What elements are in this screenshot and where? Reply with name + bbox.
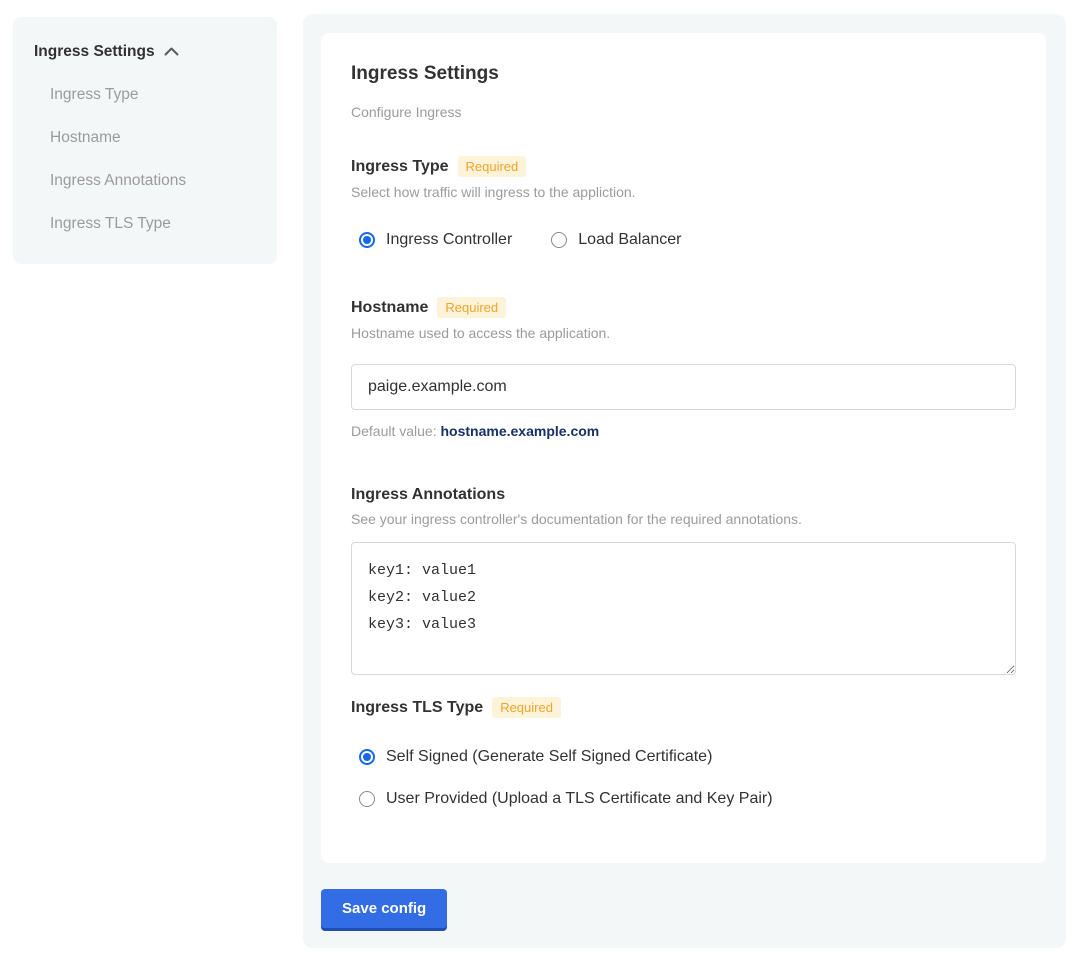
ingress-annotations-help: See your ingress controller's documentat…	[351, 511, 1016, 527]
page-title: Ingress Settings	[351, 63, 1016, 85]
sidebar-group-ingress-settings[interactable]: Ingress Settings	[34, 43, 257, 61]
hostname-label: Hostname Required	[351, 297, 1016, 318]
ingress-annotations-label-text: Ingress Annotations	[351, 486, 505, 504]
ingress-type-options: Ingress Controller Load Balancer	[351, 231, 1016, 249]
hostname-input[interactable]	[351, 364, 1016, 410]
ingress-type-help: Select how traffic will ingress to the a…	[351, 184, 1016, 200]
radio-label: Load Balancer	[578, 231, 681, 249]
sidebar-item-hostname[interactable]: Hostname	[50, 129, 257, 147]
save-config-button[interactable]: Save config	[321, 889, 447, 928]
radio-option-load-balancer[interactable]: Load Balancer	[551, 231, 681, 249]
config-card: Ingress Settings Configure Ingress Ingre…	[321, 33, 1046, 863]
radio-load-balancer[interactable]	[551, 232, 567, 248]
chevron-up-icon	[164, 43, 179, 61]
section-ingress-tls-type: Ingress TLS Type Required Self Signed (G…	[351, 697, 1016, 808]
sidebar-items: Ingress Type Hostname Ingress Annotation…	[34, 86, 257, 233]
default-value-label: Default value:	[351, 423, 441, 439]
sidebar-item-ingress-tls-type[interactable]: Ingress TLS Type	[50, 215, 257, 233]
required-badge: Required	[492, 697, 561, 718]
hostname-label-text: Hostname	[351, 299, 428, 317]
default-value-text: hostname.example.com	[441, 423, 600, 439]
ingress-tls-options: Self Signed (Generate Self Signed Certif…	[351, 748, 1016, 808]
page-subtitle: Configure Ingress	[351, 104, 1016, 120]
config-nav-sidebar: Ingress Settings Ingress Type Hostname I…	[13, 17, 277, 264]
sidebar-item-ingress-type[interactable]: Ingress Type	[50, 86, 257, 104]
ingress-tls-type-label: Ingress TLS Type Required	[351, 697, 1016, 718]
ingress-type-label: Ingress Type Required	[351, 156, 1016, 177]
hostname-help: Hostname used to access the application.	[351, 325, 1016, 341]
radio-option-user-provided[interactable]: User Provided (Upload a TLS Certificate …	[359, 790, 1016, 808]
ingress-annotations-textarea[interactable]: key1: value1 key2: value2 key3: value3	[351, 542, 1016, 675]
required-badge: Required	[437, 297, 506, 318]
radio-option-self-signed[interactable]: Self Signed (Generate Self Signed Certif…	[359, 748, 1016, 766]
ingress-type-label-text: Ingress Type	[351, 158, 449, 176]
radio-label: Ingress Controller	[386, 231, 512, 249]
radio-label: User Provided (Upload a TLS Certificate …	[386, 790, 773, 808]
ingress-tls-type-label-text: Ingress TLS Type	[351, 699, 483, 717]
radio-user-provided[interactable]	[359, 791, 375, 807]
radio-self-signed[interactable]	[359, 749, 375, 765]
section-hostname: Hostname Required Hostname used to acces…	[351, 297, 1016, 439]
required-badge: Required	[458, 156, 527, 177]
section-ingress-annotations: Ingress Annotations See your ingress con…	[351, 486, 1016, 675]
hostname-default-line: Default value: hostname.example.com	[351, 423, 1016, 439]
section-ingress-type: Ingress Type Required Select how traffic…	[351, 156, 1016, 249]
radio-ingress-controller[interactable]	[359, 232, 375, 248]
sidebar-group-label: Ingress Settings	[34, 43, 155, 61]
radio-label: Self Signed (Generate Self Signed Certif…	[386, 748, 712, 766]
sidebar-item-ingress-annotations[interactable]: Ingress Annotations	[50, 172, 257, 190]
ingress-annotations-label: Ingress Annotations	[351, 486, 1016, 504]
config-main-panel: Ingress Settings Configure Ingress Ingre…	[303, 14, 1066, 948]
radio-option-ingress-controller[interactable]: Ingress Controller	[359, 231, 512, 249]
